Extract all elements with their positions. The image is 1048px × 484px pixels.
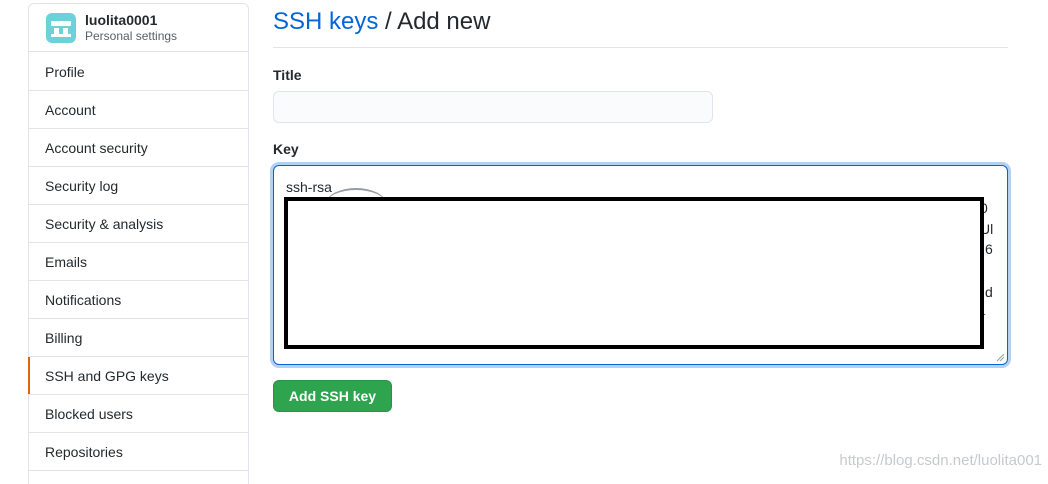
redaction-box [284,197,984,349]
sidebar-item-profile[interactable]: Profile [29,53,248,91]
avatar [46,12,76,43]
sidebar-item-emails[interactable]: Emails [29,243,248,281]
user-subtitle: Personal settings [85,28,178,43]
sidebar-item-blocked-users[interactable]: Blocked users [29,395,248,433]
sidebar-item-notifications[interactable]: Notifications [29,281,248,319]
sidebar-item-security-analysis[interactable]: Security & analysis [29,205,248,243]
title-input[interactable] [273,91,713,123]
sidebar-item-label: Emails [45,253,88,270]
breadcrumb-current: Add new [397,8,491,35]
resize-handle-icon[interactable] [995,352,1005,362]
username[interactable]: luolita0001 [85,12,177,28]
user-block: luolita0001 Personal settings [85,12,177,44]
sidebar-item-label: Repositories [45,443,123,460]
sidebar-item-label: Security & analysis [45,215,164,232]
sidebar-item-billing[interactable]: Billing [29,319,248,357]
sidebar-item-label: Account security [45,139,148,156]
sidebar-item-label: Profile [45,63,85,80]
key-textarea[interactable]: ssh-rsa 0 Ul 6 d L [273,165,1008,365]
sidebar-item-label: Notifications [45,291,122,308]
key-label: Key [273,141,299,157]
watermark: https://blog.csdn.net/luolita001 [839,452,1042,469]
settings-sidebar: luolita0001 Personal settings Profile Ac… [28,3,249,484]
breadcrumb-separator: / [385,8,392,35]
sidebar-item-label: SSH and GPG keys [45,367,169,384]
sidebar-item-account[interactable]: Account [29,91,248,129]
sidebar-item-ssh-gpg-keys[interactable]: SSH and GPG keys [28,357,248,395]
sidebar-item-label: Blocked users [45,405,133,422]
sidebar-item-label: Billing [45,329,83,346]
page-title: SSH keys / Add new [273,8,1008,48]
key-prefix-text: ssh-rsa [286,179,332,195]
sidebar-menu: Profile Account Account security Securit… [28,53,248,471]
breadcrumb-ssh-keys-link[interactable]: SSH keys [273,8,378,35]
title-label: Title [273,67,302,83]
sidebar-item-label: Account [45,101,96,118]
sidebar-item-repositories[interactable]: Repositories [29,433,248,471]
sidebar-item-security-log[interactable]: Security log [29,167,248,205]
sidebar-item-account-security[interactable]: Account security [29,129,248,167]
sidebar-item-label: Security log [45,177,119,194]
key-fragment: 6 [985,241,993,257]
key-fragment: d [985,284,993,300]
profile-header[interactable]: luolita0001 Personal settings [29,4,248,52]
add-ssh-key-button[interactable]: Add SSH key [273,380,392,412]
